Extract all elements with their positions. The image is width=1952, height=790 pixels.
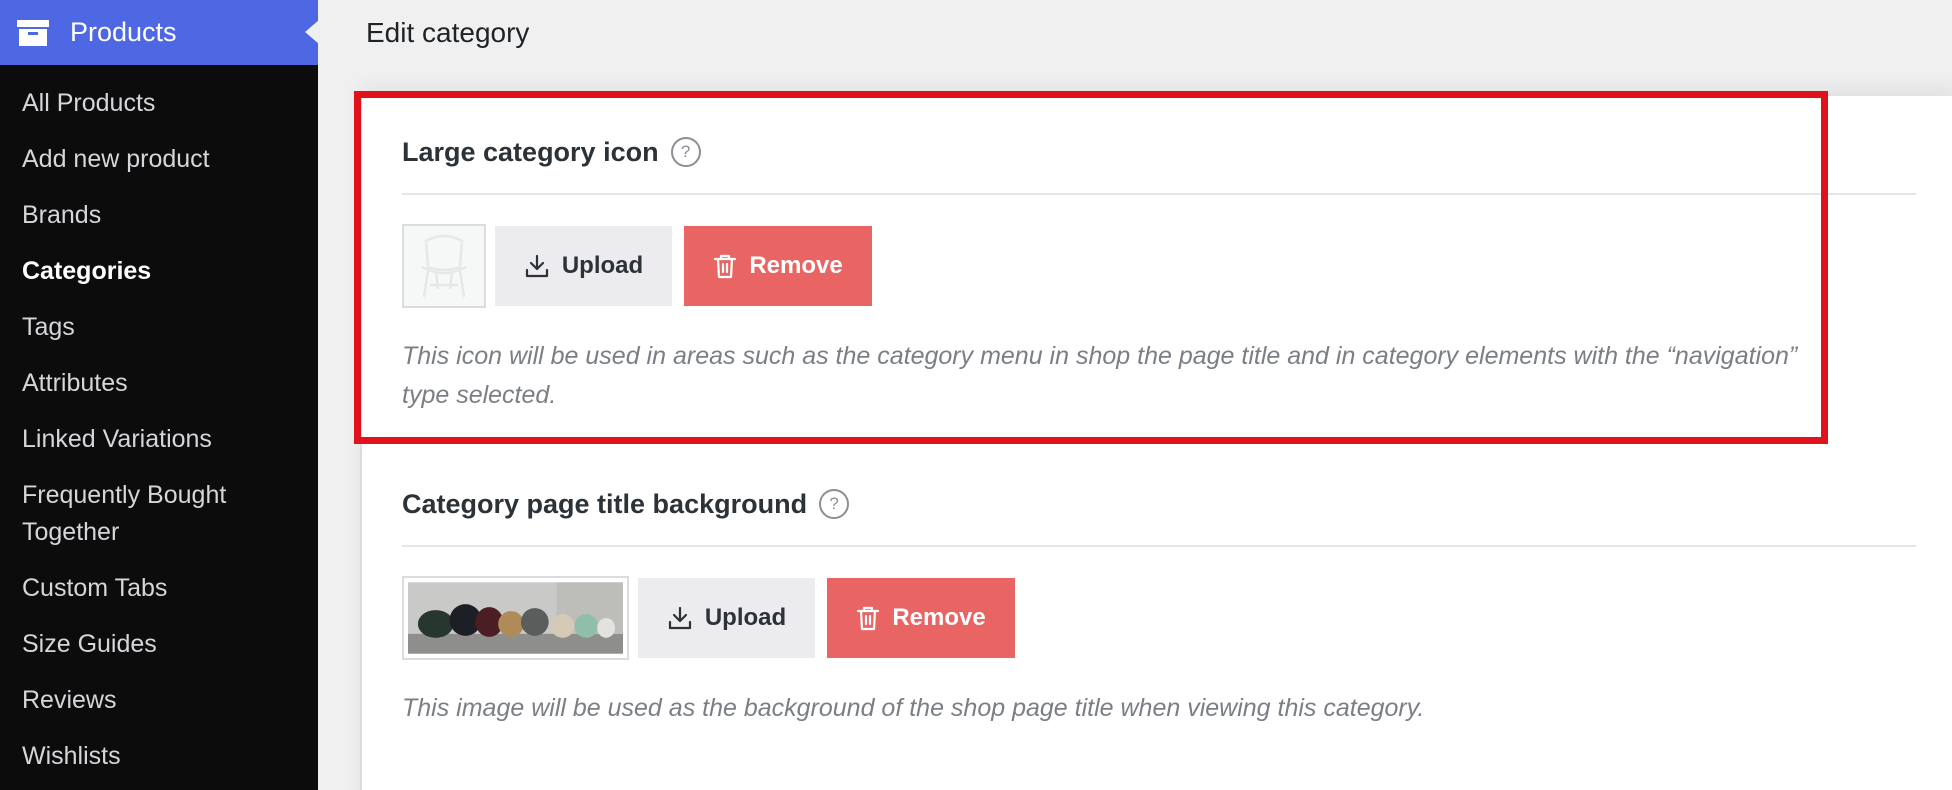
remove-button[interactable]: Remove xyxy=(827,578,1015,658)
divider xyxy=(402,545,1916,547)
page-title: Edit category xyxy=(366,17,530,48)
archive-box-icon xyxy=(16,18,50,48)
help-icon[interactable]: ? xyxy=(819,489,850,519)
background-image-thumbnail xyxy=(402,576,629,660)
section-title: Category page title background xyxy=(402,488,808,519)
chairs-photo xyxy=(408,582,623,654)
category-title-background-section: Category page title background ? Upload … xyxy=(402,482,1916,728)
upload-button[interactable]: Upload xyxy=(638,578,815,658)
sidebar-item-frequently-bought-together[interactable]: Frequently Bought Together xyxy=(0,477,318,551)
sidebar-item-attributes[interactable]: Attributes xyxy=(0,365,318,402)
sidebar-submenu: All Products Add new product Brands Cate… xyxy=(0,65,318,775)
upload-button-label: Upload xyxy=(704,604,787,631)
page-header: Edit category xyxy=(318,0,1952,72)
admin-sidebar: Products All Products Add new product Br… xyxy=(0,0,319,790)
background-controls: Upload Remove xyxy=(402,576,1916,660)
remove-button-label: Remove xyxy=(892,604,986,631)
trash-icon xyxy=(856,605,880,631)
sidebar-item-size-guides[interactable]: Size Guides xyxy=(0,626,318,663)
sidebar-title: Products xyxy=(70,17,177,47)
sidebar-item-add-new-product[interactable]: Add new product xyxy=(0,141,318,178)
sidebar-item-reviews[interactable]: Reviews xyxy=(0,682,318,719)
sidebar-item-categories[interactable]: Categories xyxy=(0,253,318,290)
sidebar-item-all-products[interactable]: All Products xyxy=(0,85,318,122)
section-heading: Category page title background ? xyxy=(402,482,1916,526)
download-icon xyxy=(667,605,693,631)
sidebar-item-tags[interactable]: Tags xyxy=(0,309,318,346)
sidebar-menu-products[interactable]: Products xyxy=(0,0,319,65)
section-description: This image will be used as the backgroun… xyxy=(402,694,1425,722)
sidebar-item-brands[interactable]: Brands xyxy=(0,197,318,234)
sidebar-item-wishlists[interactable]: Wishlists xyxy=(0,738,318,775)
sidebar-item-custom-tabs[interactable]: Custom Tabs xyxy=(0,570,318,607)
highlight-box xyxy=(354,91,1828,444)
sidebar-item-linked-variations[interactable]: Linked Variations xyxy=(0,421,318,458)
